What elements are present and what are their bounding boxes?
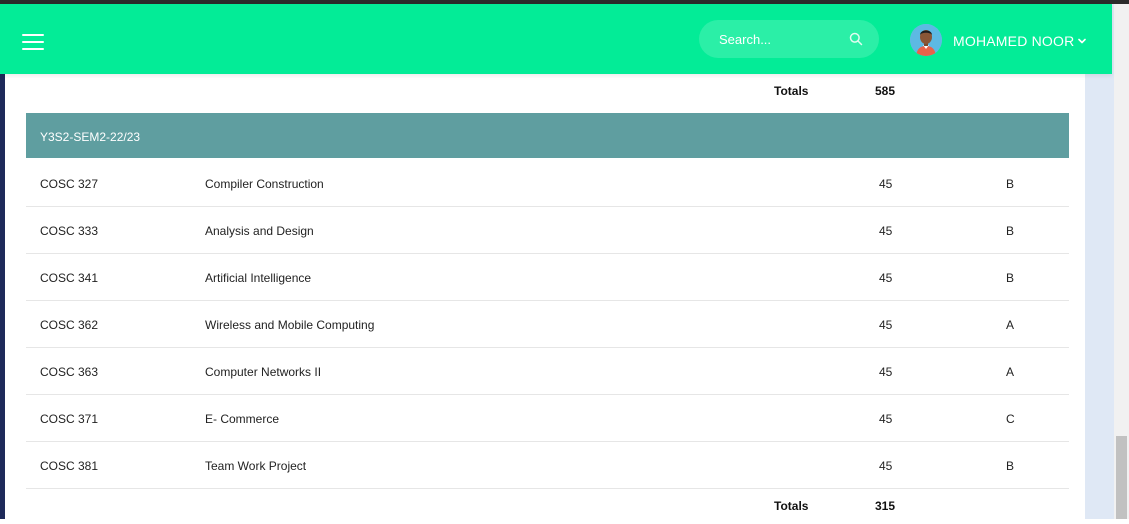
course-title: Team Work Project	[205, 459, 307, 473]
course-grade: B	[1006, 459, 1015, 473]
hamburger-menu-icon[interactable]	[22, 34, 44, 50]
course-title: E- Commerce	[205, 412, 280, 426]
previous-semester-totals-row: Totals 585	[26, 73, 1069, 109]
course-title: Artificial Intelligence	[205, 271, 312, 285]
table-row: COSC 327 Compiler Construction 45 B	[26, 160, 1069, 207]
table-row: COSC 341 Artificial Intelligence 45 B	[26, 254, 1069, 301]
course-grade: B	[1006, 177, 1015, 191]
course-hours: 45	[879, 412, 893, 426]
course-hours: 45	[879, 318, 893, 332]
course-hours: 45	[879, 177, 893, 191]
avatar[interactable]	[910, 24, 942, 56]
course-grade: C	[1006, 412, 1015, 426]
course-code: COSC 333	[40, 224, 99, 238]
course-table: COSC 327 Compiler Construction 45 B COSC…	[26, 160, 1069, 489]
course-hours: 45	[879, 459, 893, 473]
vertical-scrollbar[interactable]	[1114, 4, 1129, 519]
course-code: COSC 341	[40, 271, 99, 285]
totals-label: Totals	[774, 84, 809, 98]
course-grade: B	[1006, 224, 1015, 238]
scrollbar-thumb[interactable]	[1116, 436, 1127, 519]
course-grade: A	[1006, 365, 1015, 379]
totals-value: 315	[875, 499, 896, 513]
semester-title: Y3S2-SEM2-22/23	[40, 130, 141, 144]
table-row: COSC 371 E- Commerce 45 C	[26, 395, 1069, 442]
course-code: COSC 327	[40, 177, 99, 191]
course-code: COSC 371	[40, 412, 99, 426]
semester-header: Y3S2-SEM2-22/23	[26, 113, 1069, 158]
table-row: COSC 333 Analysis and Design 45 B	[26, 207, 1069, 254]
course-title: Wireless and Mobile Computing	[205, 318, 375, 332]
table-row: COSC 362 Wireless and Mobile Computing 4…	[26, 301, 1069, 348]
chevron-down-icon[interactable]	[1078, 37, 1086, 45]
search-box[interactable]	[699, 20, 879, 58]
table-row: COSC 363 Computer Networks II 45 A	[26, 348, 1069, 395]
course-title: Analysis and Design	[205, 224, 314, 238]
course-hours: 45	[879, 224, 893, 238]
course-grade: B	[1006, 271, 1015, 285]
search-icon[interactable]	[849, 32, 863, 46]
top-navbar: MOHAMED NOOR	[0, 4, 1112, 74]
course-code: COSC 381	[40, 459, 99, 473]
course-code: COSC 362	[40, 318, 99, 332]
course-title: Computer Networks II	[205, 365, 322, 379]
user-name-dropdown[interactable]: MOHAMED NOOR	[953, 33, 1074, 49]
totals-label: Totals	[774, 499, 809, 513]
course-hours: 45	[879, 271, 893, 285]
course-grade: A	[1006, 318, 1015, 332]
course-hours: 45	[879, 365, 893, 379]
table-row: COSC 381 Team Work Project 45 B	[26, 442, 1069, 489]
page-gutter	[1085, 4, 1114, 519]
course-title: Compiler Construction	[205, 177, 324, 191]
search-input[interactable]	[699, 20, 859, 58]
totals-value: 585	[875, 84, 896, 98]
course-code: COSC 363	[40, 365, 99, 379]
